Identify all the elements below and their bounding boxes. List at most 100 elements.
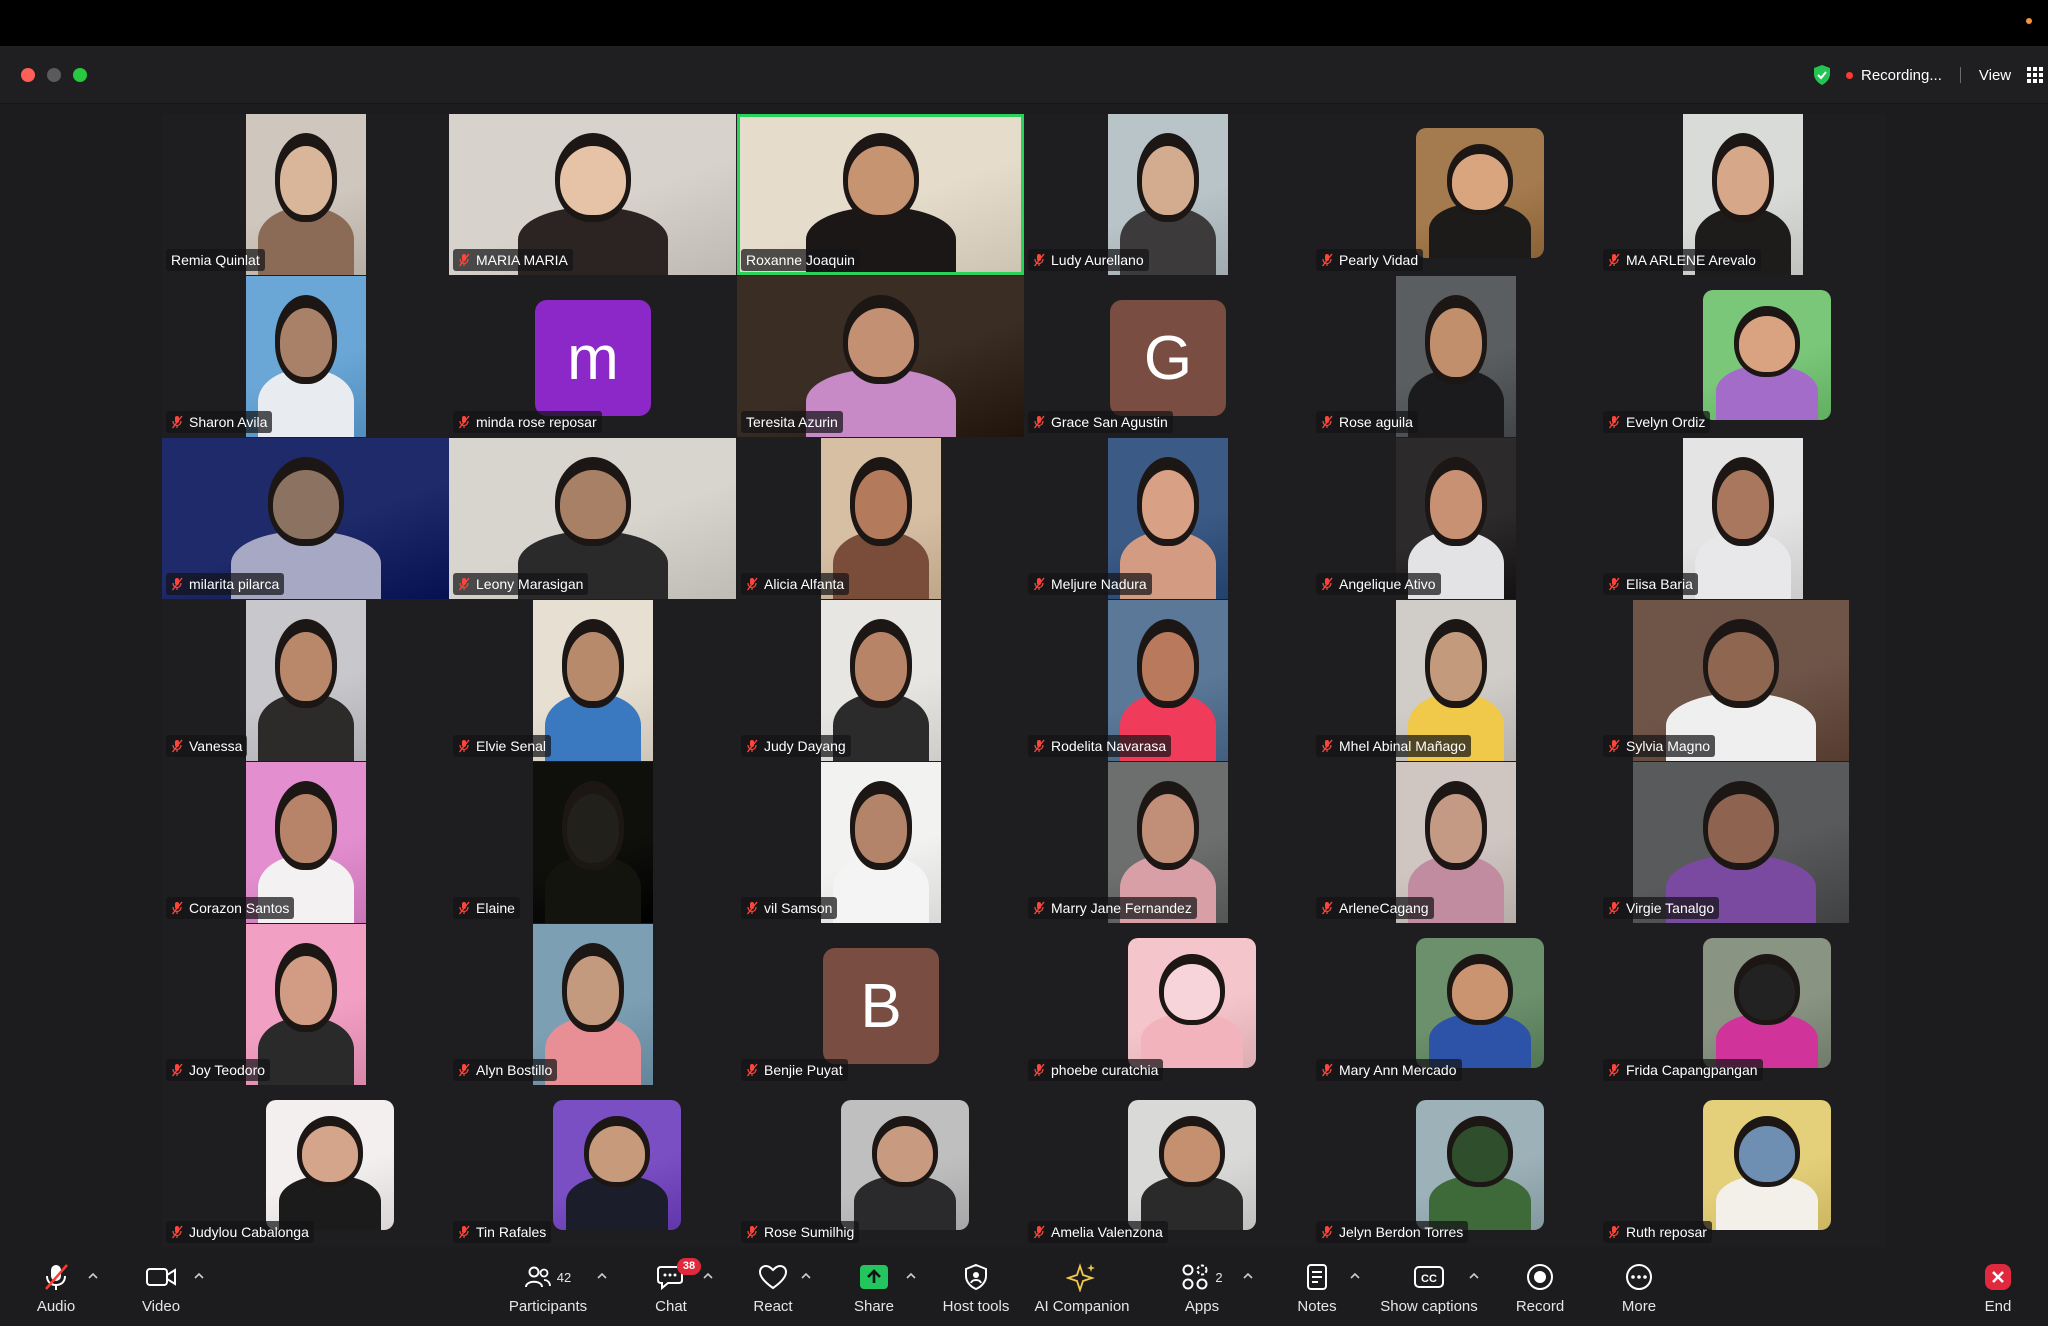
participant-tile[interactable]: Frida Capangpangan (1599, 924, 1886, 1085)
shield-check-icon[interactable] (1812, 64, 1832, 86)
audio-button[interactable]: Audio (34, 1260, 78, 1320)
view-label[interactable]: View (1979, 67, 2011, 84)
minimize-window-button[interactable] (47, 68, 61, 82)
participant-tile[interactable]: Elisa Baria (1599, 438, 1886, 599)
participant-name: Mhel Abinal Mañago (1339, 738, 1466, 754)
participant-tile[interactable]: MA ARLENE Arevalo (1599, 114, 1886, 275)
apps-button[interactable]: 2 Apps (1182, 1260, 1223, 1320)
person-face (1429, 470, 1483, 540)
sparkle-icon (1066, 1263, 1095, 1292)
participant-tile[interactable]: Corazon Santos (162, 762, 449, 923)
record-button[interactable]: Record (1512, 1260, 1568, 1320)
participant-tile[interactable]: Rose aguila (1312, 276, 1599, 437)
participant-tile[interactable]: Evelyn Ordiz (1599, 276, 1886, 437)
participant-tile[interactable]: Mary Ann Mercado (1312, 924, 1599, 1085)
notes-label: Notes (1297, 1298, 1337, 1315)
participant-tile[interactable]: Marry Jane Fernandez (1024, 762, 1311, 923)
participant-tile[interactable]: Angelique Ativo (1312, 438, 1599, 599)
participant-tile[interactable]: Judy Dayang (737, 600, 1024, 761)
participant-tile[interactable]: Vanessa (162, 600, 449, 761)
participant-tile[interactable]: Rose Sumilhig (737, 1086, 1024, 1247)
participant-name-tag: Elaine (453, 897, 520, 919)
chevron-up-icon[interactable] (703, 1272, 713, 1280)
participant-name-tag: Meljure Nadura (1028, 573, 1152, 595)
participant-tile[interactable]: Remia Quinlat (162, 114, 449, 275)
microphone-muted-icon (458, 901, 470, 915)
participant-name: Mary Ann Mercado (1339, 1062, 1457, 1078)
participant-tile[interactable]: MARIA MARIA (449, 114, 736, 275)
participant-tile[interactable]: G Grace San Agustin (1024, 276, 1311, 437)
participant-name-tag: Remia Quinlat (166, 249, 265, 271)
participant-tile[interactable]: Alicia Alfanta (737, 438, 1024, 599)
participant-tile[interactable]: vil Samson (737, 762, 1024, 923)
participant-name: Elvie Senal (476, 738, 547, 754)
participant-name: Rodelita Navarasa (1051, 738, 1167, 754)
end-meeting-button[interactable]: End (1978, 1260, 2018, 1320)
participant-tile[interactable]: Joy Teodoro (162, 924, 449, 1085)
participant-tile[interactable]: Ludy Aurellano (1024, 114, 1311, 275)
chevron-up-icon[interactable] (1350, 1272, 1360, 1280)
participant-name-tag: Pearly Vidad (1316, 249, 1424, 271)
microphone-muted-icon (1033, 901, 1045, 915)
close-window-button[interactable] (21, 68, 35, 82)
participant-name: Grace San Agustin (1051, 414, 1168, 430)
participant-video (1416, 938, 1544, 1068)
chevron-up-icon[interactable] (801, 1272, 811, 1280)
participant-tile[interactable]: ArleneCagang (1312, 762, 1599, 923)
participant-tile[interactable]: Judylou Cabalonga (162, 1086, 449, 1247)
participant-tile[interactable]: B Benjie Puyat (737, 924, 1024, 1085)
chevron-up-icon[interactable] (1243, 1272, 1253, 1280)
recording-label[interactable]: Recording... (1861, 67, 1942, 84)
participant-tile[interactable]: Jelyn Berdon Torres (1312, 1086, 1599, 1247)
host-tools-button[interactable]: Host tools (938, 1260, 1014, 1320)
participant-tile[interactable]: milarita pilarca (162, 438, 449, 599)
participant-tile[interactable]: Amelia Valenzona (1024, 1086, 1311, 1247)
person-face (566, 956, 620, 1026)
participants-button[interactable]: 42 Participants (504, 1260, 592, 1320)
participant-tile[interactable]: Mhel Abinal Mañago (1312, 600, 1599, 761)
participant-name: Tin Rafales (476, 1224, 547, 1240)
microphone-muted-icon (1608, 577, 1620, 591)
participant-tile[interactable]: Teresita Azurin (737, 276, 1024, 437)
microphone-muted-icon (1033, 1063, 1045, 1077)
fullscreen-window-button[interactable] (73, 68, 87, 82)
microphone-muted-icon (1608, 901, 1620, 915)
person-face (1141, 470, 1195, 540)
participant-tile[interactable]: Ruth reposar (1599, 1086, 1886, 1247)
participant-tile[interactable]: Rodelita Navarasa (1024, 600, 1311, 761)
participant-tile[interactable]: Tin Rafales (449, 1086, 736, 1247)
participant-tile[interactable]: Meljure Nadura (1024, 438, 1311, 599)
react-button[interactable]: React (750, 1260, 796, 1320)
video-button[interactable]: Video (138, 1260, 184, 1320)
chevron-up-icon[interactable] (88, 1272, 98, 1280)
participant-tile[interactable]: Sharon Avila (162, 276, 449, 437)
ai-companion-button[interactable]: AI Companion (1034, 1260, 1130, 1320)
participant-name-tag: Roxanne Joaquin (741, 249, 860, 271)
show-captions-button[interactable]: CC Show captions (1378, 1260, 1480, 1320)
participant-tile[interactable]: Leony Marasigan (449, 438, 736, 599)
participant-tile[interactable]: Roxanne Joaquin (737, 114, 1024, 275)
participant-tile[interactable]: phoebe curatchia (1024, 924, 1311, 1085)
participant-tile[interactable]: Elaine (449, 762, 736, 923)
more-button[interactable]: More (1616, 1260, 1662, 1320)
participant-tile[interactable]: m minda rose reposar (449, 276, 736, 437)
close-icon (1985, 1264, 2011, 1290)
participant-tile[interactable]: Elvie Senal (449, 600, 736, 761)
grid-view-icon[interactable] (2027, 67, 2044, 83)
participant-tile[interactable]: Alyn Bostillo (449, 924, 736, 1085)
participant-video (841, 1100, 969, 1230)
notes-button[interactable]: Notes (1294, 1260, 1340, 1320)
more-dots-icon (1626, 1264, 1652, 1290)
chevron-up-icon[interactable] (194, 1272, 204, 1280)
chevron-up-icon[interactable] (1469, 1272, 1479, 1280)
chevron-up-icon[interactable] (597, 1272, 607, 1280)
participant-tile[interactable]: Pearly Vidad (1312, 114, 1599, 275)
participant-tile[interactable]: Virgie Tanalgo (1599, 762, 1886, 923)
chevron-up-icon[interactable] (906, 1272, 916, 1280)
chat-button[interactable]: 38 Chat (648, 1258, 701, 1320)
participant-name-tag: Elvie Senal (453, 735, 552, 757)
participant-tile[interactable]: Sylvia Magno (1599, 600, 1886, 761)
menu-bar (0, 0, 2048, 46)
share-button[interactable]: Share (852, 1260, 896, 1320)
participant-name: Evelyn Ordiz (1626, 414, 1706, 430)
